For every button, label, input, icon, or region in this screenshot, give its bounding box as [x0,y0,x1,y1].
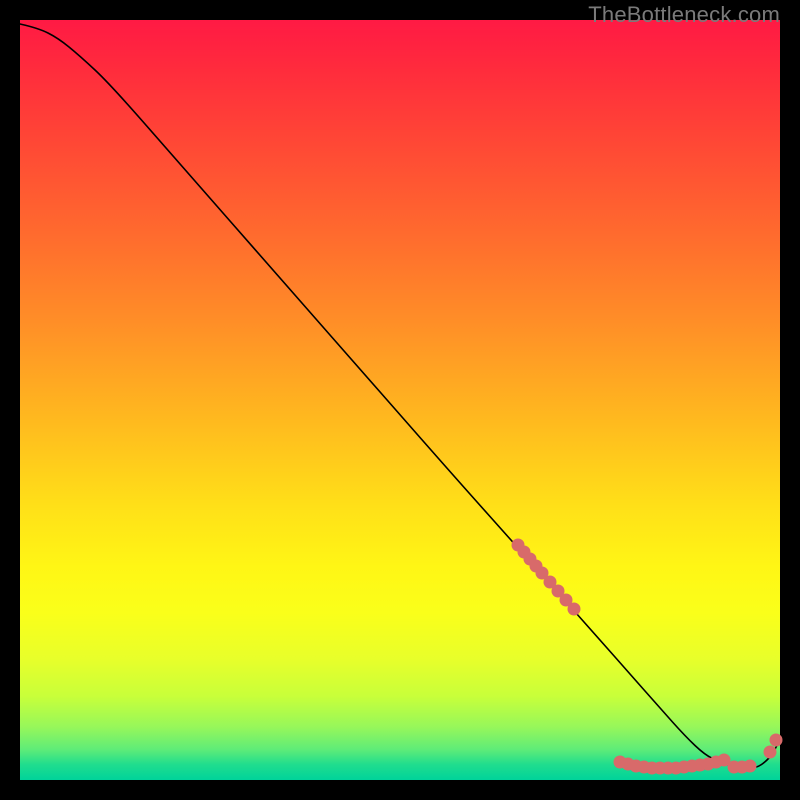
data-point [744,760,757,773]
plot-svg [20,20,780,780]
watermark-label: TheBottleneck.com [588,2,780,28]
data-point [764,746,777,759]
chart-stage: TheBottleneck.com [0,0,800,800]
data-point [568,603,581,616]
data-point [770,734,783,747]
bottleneck-curve [20,24,780,768]
plot-area [20,20,780,780]
data-dots [512,539,783,775]
